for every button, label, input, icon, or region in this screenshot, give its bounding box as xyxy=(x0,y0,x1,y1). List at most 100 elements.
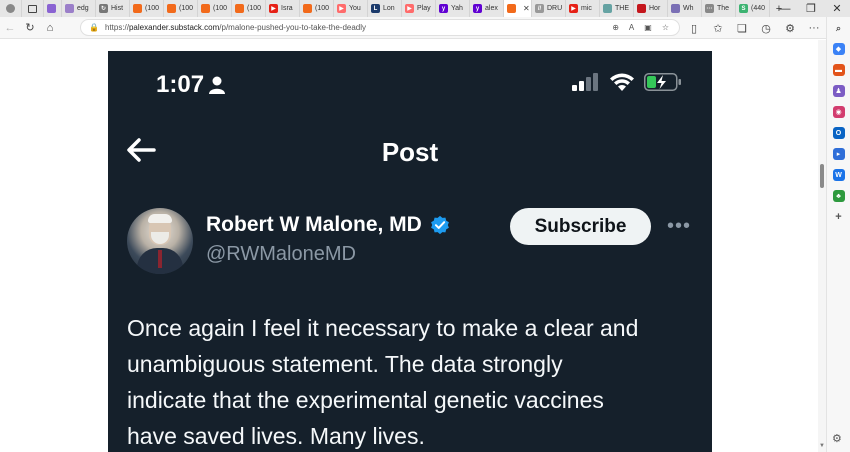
tab-strip: edg ↻ Hist (100 (100 (100 (100 ▶ Isra (100 ▶ You L Lo… xyxy=(0,0,850,17)
browser-tab[interactable]: THE xyxy=(600,0,634,17)
vertical-scrollbar[interactable]: ▼ xyxy=(818,40,826,452)
tab-favicon-icon: y xyxy=(473,4,482,13)
tab-favicon-icon xyxy=(133,4,142,13)
scrollbar-thumb[interactable] xyxy=(820,164,824,188)
tab-label: Play xyxy=(417,5,431,12)
tweet-line: have saved lives. Many lives. xyxy=(127,423,425,449)
browser-tab[interactable]: y Yah xyxy=(436,0,470,17)
browser-tab[interactable]: (100 xyxy=(164,0,198,17)
games-icon[interactable]: ♟ xyxy=(832,85,845,97)
scroll-down-icon[interactable]: ▼ xyxy=(819,443,825,449)
designer-icon[interactable]: W xyxy=(832,169,845,181)
browser-tab[interactable]: L Lon xyxy=(368,0,402,17)
shopping-tag-icon[interactable]: ◆ xyxy=(832,43,845,55)
browser-tab[interactable] xyxy=(44,0,62,17)
home-button[interactable]: ⌂ xyxy=(40,18,60,38)
subscribe-button[interactable]: Subscribe xyxy=(510,208,651,245)
extensions-icon: ⚙ xyxy=(785,22,795,35)
avatar-hair xyxy=(148,214,172,223)
browser-tab[interactable]: ✕ xyxy=(504,0,532,17)
tab-favicon-icon xyxy=(201,4,210,13)
tab-label: Hor xyxy=(649,5,661,12)
arrow-left-icon: ← xyxy=(4,21,16,34)
favorites-icon: ✩ xyxy=(713,22,723,35)
tab-label: Hist xyxy=(111,5,124,12)
browser-tab[interactable]: //DRU xyxy=(532,0,566,17)
browser-tab[interactable]: y alex xyxy=(470,0,504,17)
url-prefix: https:// xyxy=(104,23,129,32)
zoom-icon[interactable]: ⊕ xyxy=(612,23,619,32)
browser-tab[interactable]: ↻ Hist xyxy=(96,0,130,17)
browser-tab[interactable]: (100 xyxy=(130,0,164,17)
workspaces-button[interactable] xyxy=(22,0,44,17)
browser-tab[interactable]: S (440 xyxy=(736,0,770,17)
favorites-button[interactable]: ✩ xyxy=(706,18,730,38)
tab-favicon-icon xyxy=(507,4,516,13)
tab-favicon-icon xyxy=(637,4,646,13)
close-icon: ✕ xyxy=(832,3,842,15)
tweet-body: Once again I feel it necessary to make a… xyxy=(127,310,702,452)
browser-tab[interactable]: Hor xyxy=(634,0,668,17)
collections-button[interactable]: ❏ xyxy=(730,18,754,38)
app-available-icon[interactable]: ▣ xyxy=(644,23,652,32)
history-icon: ◷ xyxy=(761,22,771,35)
close-window-button[interactable]: ✕ xyxy=(824,0,850,17)
sidebar-settings-gear-icon[interactable]: ⚙ xyxy=(832,432,842,445)
microsoft-365-icon[interactable]: ◉ xyxy=(832,106,845,118)
author-handle[interactable]: @RWMaloneMD xyxy=(206,243,356,266)
extensions-button[interactable]: ⚙ xyxy=(778,18,802,38)
restore-button[interactable]: ❐ xyxy=(798,0,824,17)
minimize-icon: — xyxy=(779,2,791,15)
tab-label: (100 xyxy=(145,5,160,12)
tab-favicon-icon: S xyxy=(739,4,748,13)
drop-icon[interactable]: ▸ xyxy=(832,148,845,160)
browser-tab[interactable]: Wh xyxy=(668,0,702,17)
settings-menu-button[interactable]: ··· xyxy=(802,18,826,38)
author-display-name[interactable]: Robert W Malone, MD xyxy=(206,213,450,237)
tab-label: edg xyxy=(77,5,89,12)
browser-tab[interactable]: (100 xyxy=(300,0,334,17)
browser-tab[interactable]: (100 xyxy=(232,0,266,17)
refresh-button[interactable]: ↻ xyxy=(20,18,40,38)
add-sidebar-app-icon[interactable]: + xyxy=(833,211,845,223)
tab-favicon-icon: ↻ xyxy=(99,4,108,13)
history-button[interactable]: ◷ xyxy=(754,18,778,38)
browser-tab[interactable]: ··· The xyxy=(702,0,736,17)
back-button[interactable]: ← xyxy=(0,18,20,38)
browser-tab[interactable]: ▶ Play xyxy=(402,0,436,17)
tree-icon[interactable]: ♣ xyxy=(832,190,845,202)
search-icon[interactable]: ⌕ xyxy=(833,22,845,34)
avatar[interactable] xyxy=(127,208,193,274)
tab-label: (440 xyxy=(751,5,766,12)
address-bar[interactable]: 🔒 https://palexander.substack.com/p/malo… xyxy=(80,19,680,36)
status-time: 1:07 xyxy=(156,71,205,98)
home-icon: ⌂ xyxy=(46,21,54,34)
tab-label: Yah xyxy=(451,5,463,12)
outlook-icon[interactable]: O xyxy=(832,127,845,139)
collections-icon: ❏ xyxy=(737,22,747,35)
profile-icon xyxy=(6,4,15,13)
tab-label: You xyxy=(349,5,361,12)
profile-button[interactable] xyxy=(0,0,22,17)
browser-tab[interactable]: ▶ mic xyxy=(566,0,600,17)
minimize-button[interactable]: — xyxy=(772,0,798,17)
browser-tab[interactable]: edg xyxy=(62,0,96,17)
favorite-star-icon[interactable]: ☆ xyxy=(662,23,669,32)
tab-favicon-icon xyxy=(303,4,312,13)
tools-toolbox-icon[interactable]: ▬ xyxy=(832,64,845,76)
browser-tab[interactable]: ▶ Isra xyxy=(266,0,300,17)
tab-label: mic xyxy=(581,5,592,12)
browser-tab[interactable]: ▶ You xyxy=(334,0,368,17)
close-tab-icon[interactable]: ✕ xyxy=(523,4,530,13)
tab-label: (100 xyxy=(315,5,330,12)
tab-label: Wh xyxy=(683,5,694,12)
more-options-icon[interactable]: ••• xyxy=(667,215,691,238)
browser-tab[interactable]: (100 xyxy=(198,0,232,17)
split-screen-button[interactable]: ▯ xyxy=(682,18,706,38)
read-aloud-icon[interactable]: A xyxy=(629,23,634,32)
tab-label: DRU xyxy=(547,5,563,12)
page-content: 1:07 Post Robert W Malone, MD @RWMaloneM… xyxy=(0,40,818,452)
tab-label: (100 xyxy=(213,5,228,12)
tab-label: alex xyxy=(485,5,498,12)
battery-charging-icon xyxy=(644,73,681,91)
